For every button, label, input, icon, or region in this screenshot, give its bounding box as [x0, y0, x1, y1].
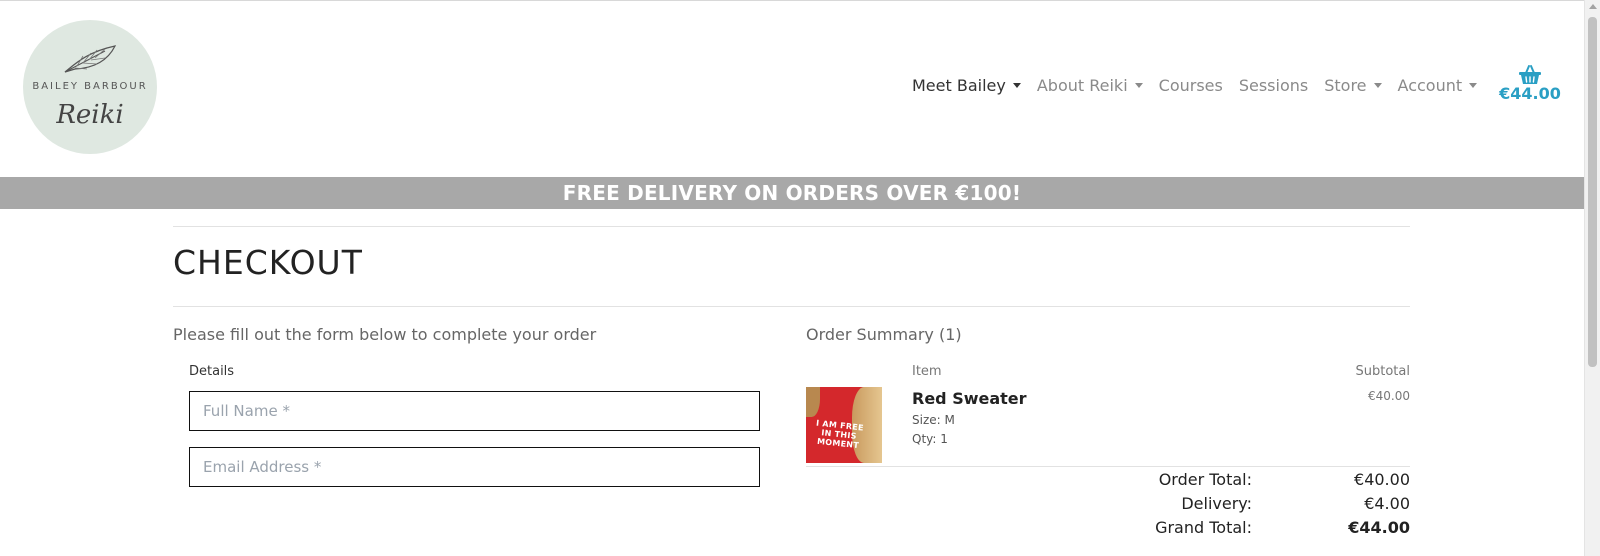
grand-total-value: €44.00: [1348, 518, 1410, 537]
page-title: CHECKOUT: [173, 243, 363, 282]
nav-item-courses[interactable]: Courses: [1159, 76, 1223, 95]
product-image-text: I AM FREE IN THIS MOMENT: [815, 418, 865, 451]
product-name: Red Sweater: [912, 389, 1027, 408]
delivery-banner: FREE DELIVERY ON ORDERS OVER €100!: [0, 177, 1584, 209]
order-summary-title: Order Summary (1): [806, 325, 962, 344]
caret-down-icon: [1469, 83, 1478, 88]
form-intro-text: Please fill out the form below to comple…: [173, 325, 597, 344]
caret-down-icon: [1373, 83, 1382, 88]
feather-icon: [64, 45, 117, 73]
nav-item-meet-bailey[interactable]: Meet Bailey: [912, 76, 1021, 95]
nav-label: Account: [1397, 76, 1463, 95]
grand-total-label: Grand Total:: [1155, 518, 1252, 537]
delivery-label: Delivery:: [1181, 494, 1252, 513]
product-size: Size: M: [912, 413, 955, 427]
nav-item-account[interactable]: Account: [1398, 76, 1478, 95]
divider: [806, 466, 1410, 467]
main-nav: Meet Bailey About Reiki Courses Sessions…: [912, 76, 1493, 95]
delivery-row: Delivery: €4.00: [1050, 494, 1410, 516]
nav-label: Store: [1324, 76, 1367, 95]
page-scrollbar[interactable]: [1584, 0, 1600, 556]
order-total-value: €40.00: [1354, 470, 1410, 489]
logo-brand-name: BAILEY BARBOUR: [32, 81, 148, 92]
site-logo[interactable]: BAILEY BARBOUR Reiki: [23, 20, 157, 154]
caret-down-icon: [1012, 83, 1021, 88]
product-subtotal: €40.00: [1368, 389, 1410, 403]
divider: [173, 306, 1410, 307]
product-qty: Qty: 1: [912, 432, 948, 446]
cart-total: €44.00: [1499, 84, 1561, 103]
column-header-subtotal: Subtotal: [1355, 364, 1410, 379]
top-border: [0, 0, 1584, 1]
logo-brand-script: Reiki: [56, 100, 124, 130]
delivery-value: €4.00: [1364, 494, 1410, 513]
scroll-up-arrow-icon[interactable]: [1589, 4, 1597, 9]
cart-link[interactable]: €44.00: [1497, 64, 1563, 103]
nav-label: Meet Bailey: [912, 76, 1006, 95]
order-total-row: Order Total: €40.00: [1050, 470, 1410, 492]
order-total-label: Order Total:: [1158, 470, 1252, 489]
full-name-field[interactable]: [189, 391, 760, 431]
grand-total-row: Grand Total: €44.00: [1050, 518, 1410, 540]
column-header-item: Item: [912, 364, 942, 379]
scrollbar-thumb[interactable]: [1588, 17, 1597, 367]
basket-icon: [1519, 65, 1541, 84]
product-image[interactable]: I AM FREE IN THIS MOMENT: [806, 387, 882, 463]
nav-label: About Reiki: [1036, 76, 1128, 95]
email-field[interactable]: [189, 447, 760, 487]
nav-item-about-reiki[interactable]: About Reiki: [1037, 76, 1143, 95]
divider: [173, 226, 1410, 227]
caret-down-icon: [1134, 83, 1143, 88]
nav-item-sessions[interactable]: Sessions: [1239, 76, 1308, 95]
details-fieldset-label: Details: [189, 364, 235, 379]
nav-item-store[interactable]: Store: [1324, 76, 1382, 95]
